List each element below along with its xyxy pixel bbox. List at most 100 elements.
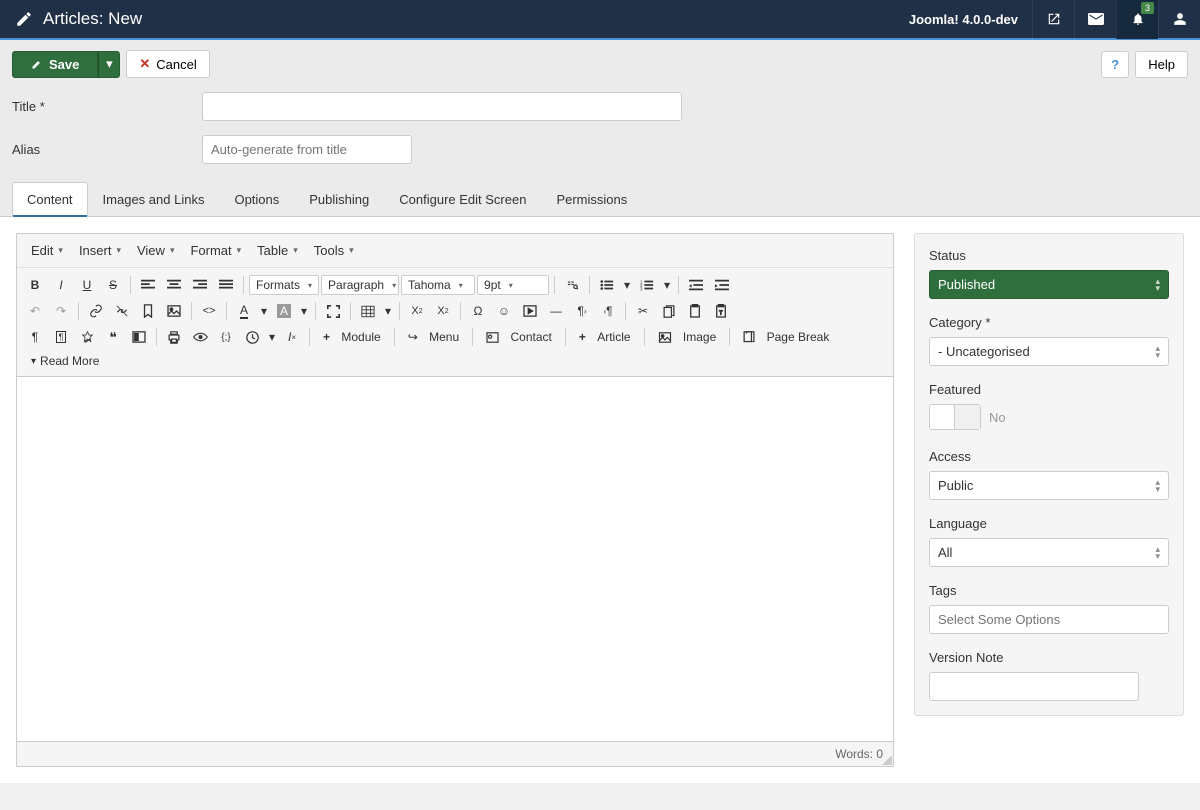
- readmore-button[interactable]: ▾ Read More: [23, 350, 887, 372]
- tab-publishing[interactable]: Publishing: [294, 182, 384, 217]
- contact-button[interactable]: Contact: [478, 328, 560, 346]
- ltr-button[interactable]: ¶›: [570, 300, 594, 322]
- table-button[interactable]: [356, 300, 380, 322]
- text-color-button[interactable]: A: [232, 300, 256, 322]
- paste-button[interactable]: [683, 300, 707, 322]
- show-invisible-button[interactable]: ¶: [23, 326, 47, 348]
- editor-body[interactable]: [17, 376, 893, 741]
- superscript-button[interactable]: X2: [431, 300, 455, 322]
- rtl-button[interactable]: ‹¶: [596, 300, 620, 322]
- access-select[interactable]: Public▴▾: [929, 471, 1169, 500]
- tab-content[interactable]: Content: [12, 182, 88, 217]
- undo-button[interactable]: ↶: [23, 300, 47, 322]
- subscript-button[interactable]: X2: [405, 300, 429, 322]
- italic-button[interactable]: I: [49, 274, 73, 296]
- media-button[interactable]: [518, 300, 542, 322]
- external-link-button[interactable]: [1032, 0, 1074, 39]
- menu-view[interactable]: View: [131, 240, 180, 261]
- menu-format[interactable]: Format: [184, 240, 247, 261]
- save-button[interactable]: Save: [12, 51, 98, 78]
- editor-menubar: Edit Insert View Format Table Tools: [17, 234, 893, 268]
- align-justify-button[interactable]: [214, 274, 238, 296]
- cut-button[interactable]: ✂: [631, 300, 655, 322]
- formats-select[interactable]: Formats▾: [249, 275, 319, 295]
- bg-color-button[interactable]: A: [272, 300, 296, 322]
- text-color-caret[interactable]: ▾: [258, 300, 270, 322]
- save-dropdown-button[interactable]: ▾: [98, 51, 120, 78]
- strikethrough-button[interactable]: S: [101, 274, 125, 296]
- tabs: Content Images and Links Options Publish…: [0, 182, 1200, 217]
- menu-insert-button[interactable]: ↪ Menu: [400, 328, 467, 346]
- tags-input[interactable]: [929, 605, 1169, 634]
- image-insert-button[interactable]: Image: [650, 328, 725, 346]
- topbar: Articles: New Joomla! 4.0.0-dev 3: [0, 0, 1200, 40]
- bookmark-button[interactable]: [136, 300, 160, 322]
- title-input[interactable]: [202, 92, 682, 121]
- outdent-button[interactable]: [684, 274, 708, 296]
- category-select[interactable]: - Uncategorised▴▾: [929, 337, 1169, 366]
- print-button[interactable]: [162, 326, 186, 348]
- pencil-icon: [15, 10, 33, 28]
- notifications-button[interactable]: 3: [1116, 0, 1158, 39]
- preview-button[interactable]: [188, 326, 212, 348]
- align-center-button[interactable]: [162, 274, 186, 296]
- find-replace-button[interactable]: [560, 274, 584, 296]
- article-button[interactable]: + Article: [571, 328, 639, 346]
- menu-table[interactable]: Table: [251, 240, 304, 261]
- emoticons-button[interactable]: ☺: [492, 300, 516, 322]
- link-button[interactable]: [84, 300, 108, 322]
- number-list-button[interactable]: 123: [635, 274, 659, 296]
- special-char-button[interactable]: Ω: [466, 300, 490, 322]
- nonbreaking-button[interactable]: [75, 326, 99, 348]
- module-button[interactable]: + Module: [315, 328, 389, 346]
- status-select[interactable]: Published▴▾: [929, 270, 1169, 299]
- table-caret[interactable]: ▾: [382, 300, 394, 322]
- tab-images-links[interactable]: Images and Links: [88, 182, 220, 217]
- unlink-button[interactable]: [110, 300, 134, 322]
- fontsize-select[interactable]: 9pt▾: [477, 275, 549, 295]
- menu-edit[interactable]: Edit: [25, 240, 69, 261]
- redo-button[interactable]: ↷: [49, 300, 73, 322]
- tab-configure[interactable]: Configure Edit Screen: [384, 182, 541, 217]
- fullscreen-button[interactable]: [321, 300, 345, 322]
- cancel-button[interactable]: ✕ Cancel: [126, 50, 209, 78]
- bullet-list-button[interactable]: [595, 274, 619, 296]
- font-select[interactable]: Tahoma▾: [401, 275, 475, 295]
- datetime-caret[interactable]: ▾: [266, 326, 278, 348]
- tab-options[interactable]: Options: [219, 182, 294, 217]
- copy-button[interactable]: [657, 300, 681, 322]
- language-select[interactable]: All▴▾: [929, 538, 1169, 567]
- clear-formatting-button[interactable]: I×: [280, 326, 304, 348]
- messages-button[interactable]: [1074, 0, 1116, 39]
- help-button[interactable]: Help: [1135, 51, 1188, 78]
- insert-datetime-button[interactable]: [240, 326, 264, 348]
- underline-button[interactable]: U: [75, 274, 99, 296]
- user-menu-button[interactable]: [1158, 0, 1200, 39]
- inline-help-button[interactable]: ?: [1101, 51, 1129, 78]
- hr-button[interactable]: —: [544, 300, 568, 322]
- align-right-button[interactable]: [188, 274, 212, 296]
- show-blocks-button[interactable]: ¶: [49, 326, 73, 348]
- template-button[interactable]: [127, 326, 151, 348]
- image-button[interactable]: [162, 300, 186, 322]
- tab-permissions[interactable]: Permissions: [541, 182, 642, 217]
- number-list-caret[interactable]: ▾: [661, 274, 673, 296]
- bullet-list-caret[interactable]: ▾: [621, 274, 633, 296]
- content-area: Edit Insert View Format Table Tools B I …: [0, 217, 1200, 783]
- paste-text-button[interactable]: T: [709, 300, 733, 322]
- paragraph-select[interactable]: Paragraph▾: [321, 275, 399, 295]
- bg-color-caret[interactable]: ▾: [298, 300, 310, 322]
- align-left-button[interactable]: [136, 274, 160, 296]
- featured-toggle[interactable]: [929, 404, 981, 430]
- close-icon: ✕: [139, 56, 150, 72]
- versionnote-input[interactable]: [929, 672, 1139, 701]
- menu-tools[interactable]: Tools: [308, 240, 360, 261]
- pagebreak-button[interactable]: Page Break: [735, 328, 837, 346]
- code-sample-button[interactable]: {;}: [214, 326, 238, 348]
- indent-button[interactable]: [710, 274, 734, 296]
- source-code-button[interactable]: <>: [197, 300, 221, 322]
- menu-insert[interactable]: Insert: [73, 240, 127, 261]
- bold-button[interactable]: B: [23, 274, 47, 296]
- blockquote-button[interactable]: ❝: [101, 326, 125, 348]
- alias-input[interactable]: [202, 135, 412, 164]
